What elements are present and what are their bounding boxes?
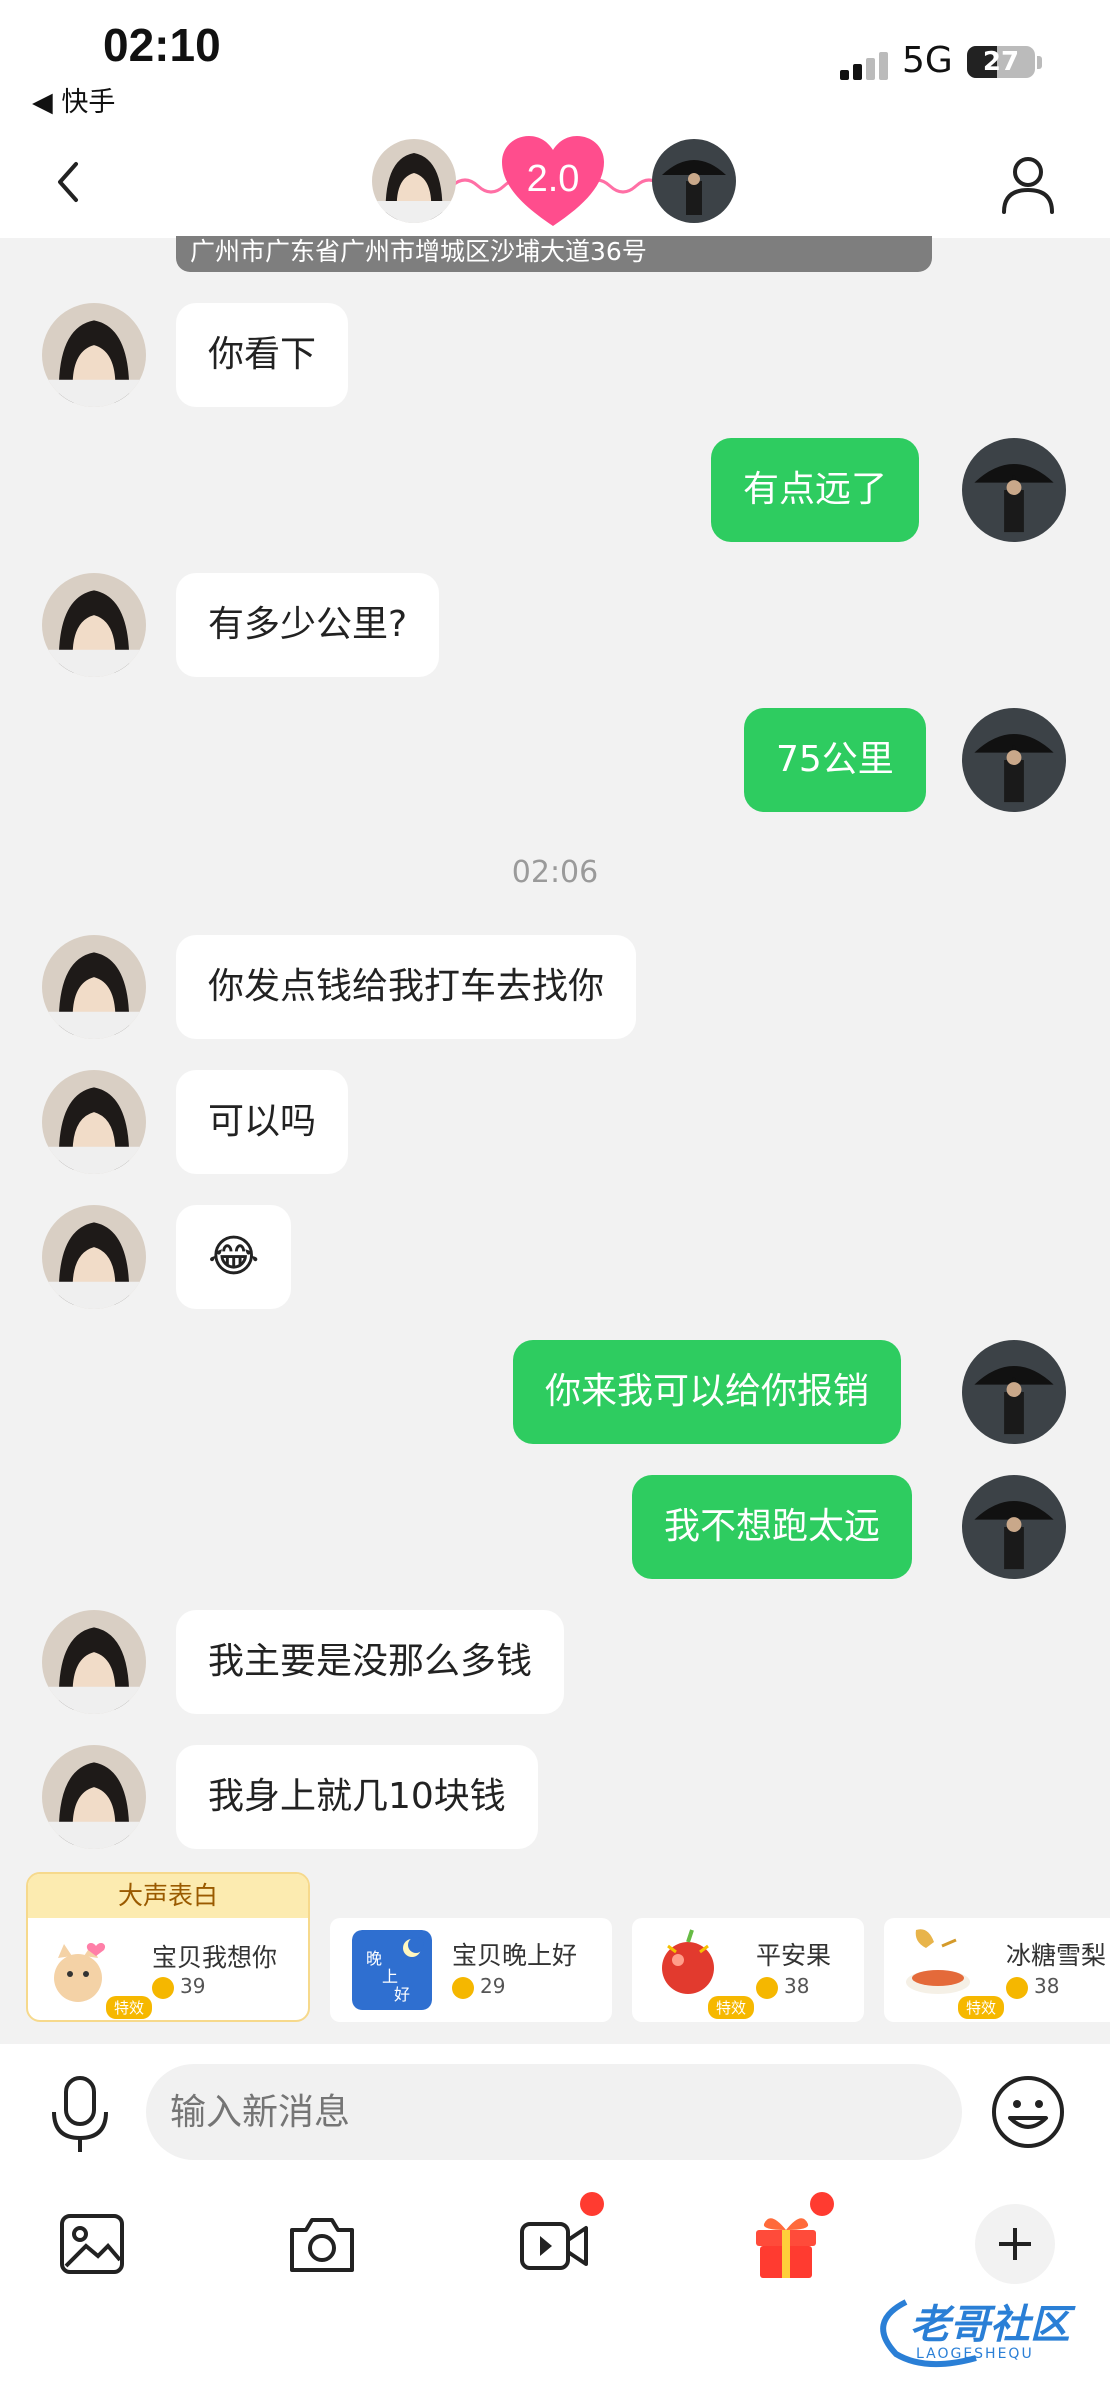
my-avatar[interactable] [962, 1340, 1066, 1444]
coin-icon [756, 1976, 778, 1999]
input-area: 老哥社区 LAOGESHEQU [0, 2044, 1110, 2400]
my-avatar[interactable] [962, 1475, 1066, 1579]
incoming-message[interactable]: 你发点钱给我打车去找你 [176, 935, 637, 1039]
incoming-message[interactable]: 你看下 [176, 303, 349, 407]
gift-name: 宝贝我想你 [152, 1943, 278, 1972]
status-bar: 02:10 ◀ 快手 5G 27 [0, 0, 1110, 130]
intimacy-level: 2.0 [526, 158, 580, 200]
gift-price: 39 [152, 1974, 205, 1999]
gift-price: 29 [452, 1974, 505, 1999]
watermark-subtext: LAOGESHEQU [916, 2346, 1034, 2362]
gift-item-featured[interactable]: 大声表白 宝贝我想你 39 特效 [26, 1872, 310, 2022]
my-avatar[interactable] [962, 708, 1066, 812]
gift-item[interactable]: 晚上好 宝贝晚上好 29 [330, 1918, 612, 2022]
gift-strip: 大声表白 宝贝我想你 39 特效 晚上好 宝贝晚上好 29 平安果 38 特效 … [0, 1872, 1110, 2032]
outgoing-message[interactable]: 我不想跑太远 [632, 1475, 913, 1579]
gift-price: 38 [1006, 1974, 1059, 1999]
network-type: 5G [902, 40, 953, 81]
friend-avatar[interactable] [42, 1745, 146, 1849]
video-notification-dot [580, 2192, 604, 2216]
friend-avatar[interactable] [42, 1205, 146, 1309]
pear-soup-gift-icon [906, 1929, 970, 1994]
gift-header: 大声表白 [28, 1874, 308, 1918]
microphone-icon[interactable] [44, 2074, 116, 2154]
incoming-emoji-message[interactable]: 😂 [176, 1205, 292, 1309]
svg-text:好: 好 [394, 1985, 410, 2004]
gift-name: 宝贝晚上好 [452, 1941, 578, 1970]
plus-icon [999, 2228, 1031, 2260]
gift-name: 冰糖雪梨 [1006, 1941, 1107, 1970]
my-avatar[interactable] [962, 438, 1066, 542]
outgoing-message[interactable]: 有点远了 [711, 438, 920, 542]
video-call-icon[interactable] [514, 2204, 594, 2284]
incoming-message[interactable]: 有多少公里? [176, 573, 440, 677]
watermark-text: 老哥社区 [910, 2302, 1070, 2348]
friend-avatar[interactable] [42, 1070, 146, 1174]
battery-level: 27 [982, 47, 1020, 77]
battery-tip [1037, 56, 1042, 69]
gift-item[interactable]: 冰糖雪梨 38 特效 [884, 1918, 1110, 2022]
effect-tag: 特效 [708, 1996, 755, 2019]
gift-box-icon[interactable] [746, 2204, 826, 2284]
incoming-message[interactable]: 我主要是没那么多钱 [176, 1610, 565, 1714]
message-input[interactable] [146, 2064, 962, 2160]
signal-icon [840, 50, 890, 80]
outgoing-message[interactable]: 你来我可以给你报销 [513, 1340, 902, 1444]
gift-price: 38 [756, 1974, 809, 1999]
status-time: 02:10 [103, 19, 221, 71]
camera-icon[interactable] [282, 2204, 362, 2284]
message-timestamp: 02:06 [511, 855, 599, 890]
effect-tag: 特效 [106, 1996, 153, 2019]
svg-text:晚: 晚 [366, 1949, 382, 1968]
apple-gift-icon [662, 1929, 714, 1994]
cat-gift-icon [38, 1932, 118, 2012]
incoming-message[interactable]: 我身上就几10块钱 [176, 1745, 538, 1849]
coin-icon [1006, 1976, 1028, 1999]
back-arrow-icon[interactable] [40, 152, 100, 212]
coin-icon [452, 1976, 474, 1999]
gift-name: 平安果 [756, 1941, 832, 1970]
effect-tag: 特效 [958, 1996, 1005, 2019]
battery-icon: 27 [967, 46, 1035, 78]
my-avatar[interactable] [652, 139, 736, 223]
friend-avatar[interactable] [42, 573, 146, 677]
incoming-message[interactable]: 可以吗 [176, 1070, 349, 1174]
friend-avatar[interactable] [42, 303, 146, 407]
gift-notification-dot [810, 2192, 834, 2216]
emoji-icon[interactable] [990, 2074, 1066, 2150]
location-address: 广州市广东省广州市增城区沙埔大道36号 [190, 237, 647, 266]
friend-avatar[interactable] [42, 1610, 146, 1714]
gift-item[interactable]: 平安果 38 特效 [632, 1918, 864, 2022]
user-profile-icon[interactable] [998, 152, 1058, 216]
outgoing-message[interactable]: 75公里 [744, 708, 926, 812]
image-icon[interactable] [52, 2204, 132, 2284]
friend-avatar[interactable] [42, 935, 146, 1039]
more-button[interactable] [975, 2204, 1055, 2284]
coin-icon [152, 1976, 174, 1999]
back-to-app-link[interactable]: ◀ 快手 [32, 80, 115, 119]
svg-text:上: 上 [382, 1967, 398, 1986]
chat-header: 2.0 [0, 130, 1110, 238]
location-card[interactable]: 广州市广东省广州市增城区沙埔大道36号 [176, 236, 932, 272]
friend-avatar[interactable] [372, 139, 456, 223]
intimacy-badge[interactable]: 2.0 [372, 136, 736, 232]
goodnight-gift-icon: 晚上好 [352, 1930, 432, 2010]
